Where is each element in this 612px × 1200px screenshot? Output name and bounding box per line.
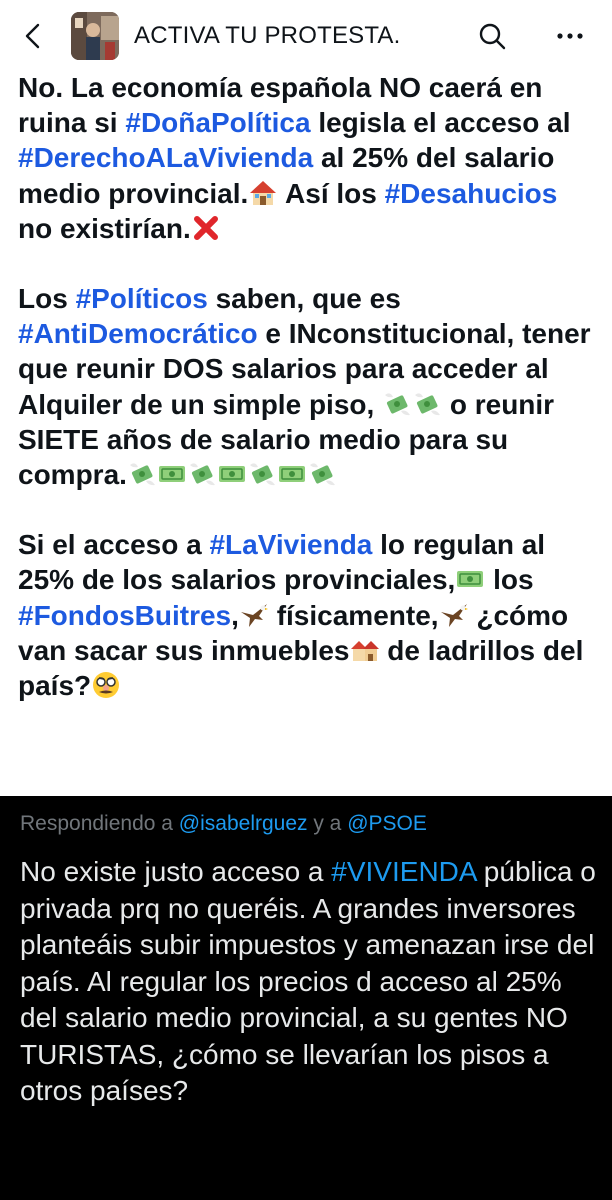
hashtag-link[interactable]: #AntiDemocrático [18, 318, 258, 349]
money-with-wings-emoji-icon [187, 459, 217, 489]
chevron-left-icon[interactable] [18, 20, 50, 52]
text: no existirían. [18, 212, 191, 244]
money-with-wings-emoji-icon [247, 459, 277, 489]
text: Así los [278, 177, 385, 209]
hashtag-link[interactable]: #VIVIENDA [331, 856, 476, 887]
eagle-emoji-icon [439, 600, 469, 630]
more-horizontal-icon[interactable] [552, 20, 588, 52]
post-paragraph: No. La economía española NO caerá en rui… [18, 70, 598, 246]
houses-emoji-icon [350, 635, 380, 665]
hashtag-link[interactable]: #Políticos [76, 283, 208, 314]
disguised-face-emoji-icon [91, 670, 121, 700]
banknote-emoji-icon [157, 459, 187, 489]
post-paragraph: Los #Políticos saben, que es #AntiDemocr… [18, 281, 598, 492]
replying-to-line: Respondiendo a @isabelrguez y a @PSOE [20, 812, 427, 836]
hashtag-link[interactable]: #DoñaPolítica [125, 107, 310, 138]
money-with-wings-emoji-icon [412, 389, 442, 419]
reply-text: No existe justo acceso a #VIVIENDA públi… [20, 854, 600, 1110]
money-with-wings-emoji-icon [127, 459, 157, 489]
hashtag-link[interactable]: #Desahucios [385, 178, 558, 209]
post-paragraph: Si el acceso a #LaVivienda lo regulan al… [18, 527, 598, 703]
text: legisla el acceso al [310, 107, 571, 139]
text: los [485, 564, 534, 596]
banknote-emoji-icon [217, 459, 247, 489]
reply-section: Respondiendo a @isabelrguez y a @PSOE No… [0, 796, 612, 1200]
banknote-emoji-icon [455, 564, 485, 594]
money-with-wings-emoji-icon [382, 389, 412, 419]
mention-link[interactable]: @isabelrguez [179, 812, 308, 835]
text: pública o privada prq no queréis. A gran… [20, 856, 596, 1106]
cross-mark-emoji-icon [191, 213, 221, 243]
text: físicamente, [268, 599, 439, 631]
money-with-wings-emoji-icon [307, 459, 337, 489]
text: No existe justo acceso a [20, 856, 332, 887]
avatar[interactable] [71, 12, 119, 60]
hashtag-link[interactable]: #LaVivienda [209, 529, 372, 560]
text: Los [18, 283, 76, 315]
replying-prefix: Respondiendo a [20, 812, 179, 835]
text: Si el acceso a [18, 529, 210, 561]
house-emoji-icon [248, 178, 278, 208]
hashtag-link[interactable]: #DerechoALaVivienda [18, 142, 313, 173]
text: saben, que es [207, 283, 401, 315]
replying-conjunction: y a [307, 812, 348, 835]
post-text: No. La economía española NO caerá en rui… [18, 70, 598, 703]
text: , [231, 599, 239, 631]
page-title: ACTIVA TU PROTESTA. [134, 22, 401, 49]
banknote-emoji-icon [277, 459, 307, 489]
mention-link[interactable]: @PSOE [347, 812, 427, 835]
eagle-emoji-icon [239, 600, 269, 630]
search-icon[interactable] [476, 20, 508, 52]
hashtag-link[interactable]: #FondosBuitres [18, 600, 231, 631]
top-bar: ACTIVA TU PROTESTA. [0, 0, 612, 72]
